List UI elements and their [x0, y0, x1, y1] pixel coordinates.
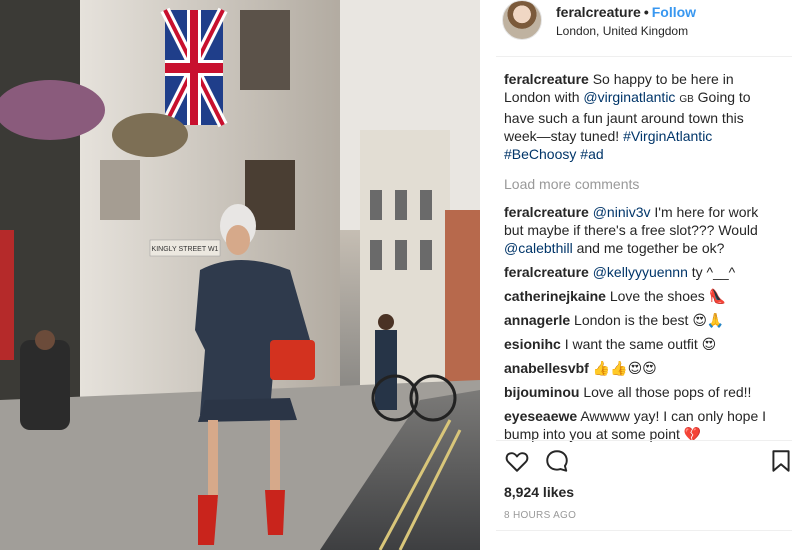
- likes-count[interactable]: 8,924 likes: [504, 484, 574, 500]
- comment-item: bijouminou Love all those pops of red!!: [504, 383, 776, 401]
- comment-username[interactable]: annagerle: [504, 312, 570, 328]
- comment-item: anabellesvbf 👍👍😍😍: [504, 359, 776, 377]
- comment-item: annagerle London is the best 😍🙏: [504, 311, 776, 329]
- union-jack-flag: [160, 7, 228, 128]
- flag-label: GB: [679, 94, 694, 105]
- post-photo[interactable]: KINGLY STREET W1: [0, 0, 480, 550]
- comment-mention[interactable]: @kellyyyuennn: [593, 264, 688, 280]
- comment-item: feralcreature @niniv3v I'm here for work…: [504, 203, 776, 257]
- comments-section: feralcreature So happy to be here in Lon…: [504, 70, 776, 449]
- comment-username[interactable]: eyeseaewe: [504, 408, 577, 424]
- comment-item: catherinejkaine Love the shoes 👠: [504, 287, 776, 305]
- post-details-panel: feralcreature • Follow London, United King…: [480, 0, 800, 550]
- bookmark-icon[interactable]: [768, 448, 794, 474]
- street-sign-text: KINGLY STREET W1: [152, 246, 219, 253]
- caption-username[interactable]: feralcreature: [504, 71, 589, 87]
- separator-dot: •: [643, 4, 649, 20]
- post-timestamp[interactable]: 8 HOURS AGO: [504, 510, 576, 521]
- hashtag-ad[interactable]: #ad: [580, 146, 603, 162]
- comment-username[interactable]: bijouminou: [504, 384, 579, 400]
- hashtag-virginatlantic[interactable]: #VirginAtlantic: [623, 128, 712, 144]
- comment-username[interactable]: anabellesvbf: [504, 360, 589, 376]
- comment-mention[interactable]: @niniv3v: [593, 204, 651, 220]
- comment-text-2: and me together be ok?: [576, 240, 725, 256]
- avatar[interactable]: [502, 0, 542, 40]
- comment-username[interactable]: feralcreature: [504, 204, 589, 220]
- comment-username[interactable]: catherinejkaine: [504, 288, 606, 304]
- header-username[interactable]: feralcreature: [556, 4, 641, 20]
- comment-username[interactable]: feralcreature: [504, 264, 589, 280]
- caption-mention[interactable]: @virginatlantic: [583, 89, 675, 105]
- comment-text: Love the shoes 👠: [609, 288, 727, 304]
- header-username-row: feralcreature • Follow: [556, 4, 696, 20]
- comment-text: Love all those pops of red!!: [583, 384, 752, 400]
- hashtag-bechoosy[interactable]: #BeChoosy: [504, 146, 576, 162]
- actions-divider: [496, 440, 792, 441]
- location-link[interactable]: London, United Kingdom: [556, 24, 688, 38]
- heart-icon[interactable]: [504, 448, 530, 474]
- street-photo-illustration: KINGLY STREET W1: [0, 0, 480, 550]
- comment-mention-2[interactable]: @calebthill: [504, 240, 573, 256]
- action-bar: [504, 448, 794, 476]
- bottom-divider: [496, 530, 792, 531]
- follow-button[interactable]: Follow: [652, 4, 696, 20]
- comment-icon[interactable]: [544, 448, 570, 474]
- comment-item: eyeseaewe Awwww yay! I can only hope I b…: [504, 407, 776, 443]
- comment-item: feralcreature @kellyyyuennn ty ^__^: [504, 263, 776, 281]
- comment-text: London is the best 😍🙏: [574, 312, 725, 328]
- post-header: feralcreature • Follow London, United King…: [480, 0, 800, 56]
- comment-item: esionihc I want the same outfit 😍: [504, 335, 776, 353]
- caption: feralcreature So happy to be here in Lon…: [504, 70, 776, 163]
- comment-text: 👍👍😍😍: [592, 360, 657, 376]
- comment-text: ty ^__^: [691, 264, 736, 280]
- comment-text: I want the same outfit 😍: [564, 336, 717, 352]
- comment-username[interactable]: esionihc: [504, 336, 561, 352]
- load-more-comments-button[interactable]: Load more comments: [504, 175, 776, 193]
- header-divider: [496, 56, 792, 57]
